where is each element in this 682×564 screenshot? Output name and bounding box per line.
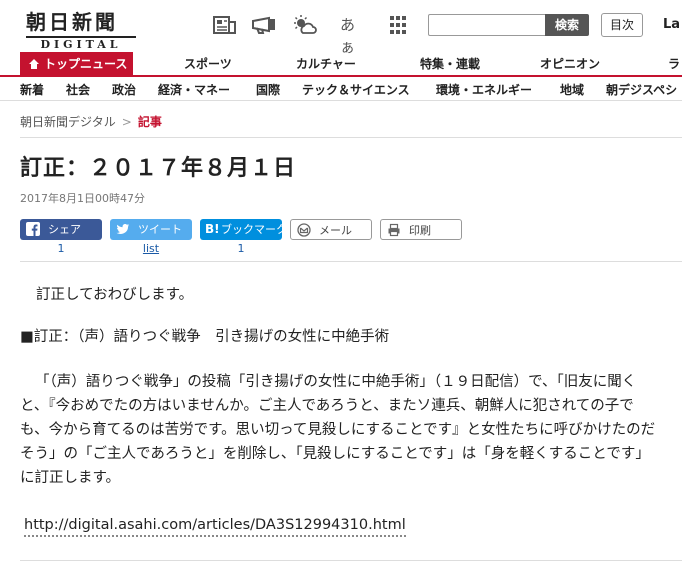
mail-share-button[interactable]: メール bbox=[290, 219, 372, 240]
facebook-share-label: シェア bbox=[48, 223, 81, 236]
breadcrumb-separator: > bbox=[121, 115, 132, 129]
subnav-tech-science[interactable]: テック＆サイエンス bbox=[302, 79, 410, 101]
article-subheading: ■訂正：（声）語りつぐ戦争 引き揚げの女性に中絶手術 bbox=[20, 329, 390, 345]
print-label: 印刷 bbox=[409, 224, 431, 237]
subnav-economy[interactable]: 経済・マネー bbox=[158, 79, 230, 101]
article-paragraph: 「（声）語りつぐ戦争」の投稿「引き揚げの女性に中絶手術」（１９日配信）で、「旧友… bbox=[20, 374, 656, 486]
breadcrumb-root-link[interactable]: 朝日新聞デジタル bbox=[20, 115, 116, 129]
nav-tab-sports[interactable]: スポーツ bbox=[184, 52, 232, 77]
subnav-new[interactable]: 新着 bbox=[20, 79, 44, 101]
text-size-icon[interactable]: あぁ bbox=[340, 14, 366, 56]
table-of-contents-button[interactable]: 目次 bbox=[601, 13, 643, 37]
nav-tab-features[interactable]: 特集・連載 bbox=[420, 52, 480, 77]
twitter-bird-icon bbox=[116, 223, 129, 234]
nav-tab-culture[interactable]: カルチャー bbox=[296, 52, 356, 77]
mail-megaphone-icon[interactable] bbox=[251, 14, 277, 36]
language-link[interactable]: La bbox=[663, 17, 680, 32]
breadcrumb-current: 記事 bbox=[137, 115, 162, 129]
page-title: 訂正：２０１７年８月１日 bbox=[20, 156, 297, 181]
facebook-share-count[interactable]: 1 bbox=[20, 242, 102, 255]
breadcrumb: 朝日新聞デジタル > 記事 bbox=[20, 113, 162, 130]
search-input[interactable] bbox=[428, 14, 546, 36]
hatena-bookmark-button[interactable]: B! ブックマーク bbox=[200, 219, 287, 240]
mail-icon bbox=[297, 223, 311, 237]
published-date: 2017年8月1日00時47分 bbox=[20, 192, 145, 205]
subnav-environment[interactable]: 環境・エネルギー bbox=[436, 79, 532, 101]
hatena-bookmark-count[interactable]: 1 bbox=[200, 242, 282, 255]
subnav-society[interactable]: 社会 bbox=[66, 79, 90, 101]
divider bbox=[20, 560, 682, 561]
mail-share-label: メール bbox=[319, 224, 352, 237]
weather-icon[interactable] bbox=[292, 14, 318, 36]
facebook-share-button[interactable]: シェア bbox=[20, 219, 102, 240]
subnav-politics[interactable]: 政治 bbox=[112, 79, 136, 101]
twitter-share-button[interactable]: ツイート bbox=[110, 219, 192, 240]
hatena-b-icon: B! bbox=[205, 222, 220, 236]
twitter-share-count[interactable]: list bbox=[110, 242, 192, 255]
site-logo[interactable]: 朝日新聞 DIGITAL bbox=[26, 6, 144, 51]
facebook-icon bbox=[26, 222, 40, 236]
nav-tab-opinion[interactable]: オピニオン bbox=[540, 52, 600, 77]
primary-nav: トップニュース スポーツ カルチャー 特集・連載 オピニオン ラ bbox=[0, 52, 682, 77]
subnav-international[interactable]: 国際 bbox=[256, 79, 280, 101]
secondary-nav: 新着 社会 政治 経済・マネー 国際 テック＆サイエンス 環境・エネルギー 地域… bbox=[0, 79, 682, 101]
article-url-link[interactable]: http://digital.asahi.com/articles/DA3S12… bbox=[24, 517, 406, 537]
printer-icon bbox=[388, 223, 400, 237]
newspaper-icon[interactable] bbox=[212, 14, 238, 36]
search-button[interactable]: 検索 bbox=[545, 14, 589, 36]
nav-tab-top-news[interactable]: トップニュース bbox=[20, 52, 134, 77]
nav-tab-label: トップニュース bbox=[44, 57, 128, 71]
subnav-special[interactable]: 朝デジスペシ bbox=[606, 79, 677, 101]
logo-sub-text: DIGITAL bbox=[26, 36, 136, 51]
logo-main-text: 朝日新聞 bbox=[26, 10, 118, 34]
divider bbox=[20, 261, 682, 262]
twitter-share-label: ツイート bbox=[138, 223, 182, 236]
divider bbox=[20, 137, 682, 138]
subnav-local[interactable]: 地域 bbox=[560, 79, 584, 101]
article-paragraph: 訂正しておわびします。 bbox=[36, 287, 194, 303]
home-icon bbox=[29, 59, 39, 69]
grid-menu-icon[interactable] bbox=[385, 14, 411, 36]
hatena-bookmark-label: ブックマーク bbox=[221, 223, 287, 236]
print-button[interactable]: 印刷 bbox=[380, 219, 462, 240]
nav-tab-more[interactable]: ラ bbox=[668, 52, 680, 77]
